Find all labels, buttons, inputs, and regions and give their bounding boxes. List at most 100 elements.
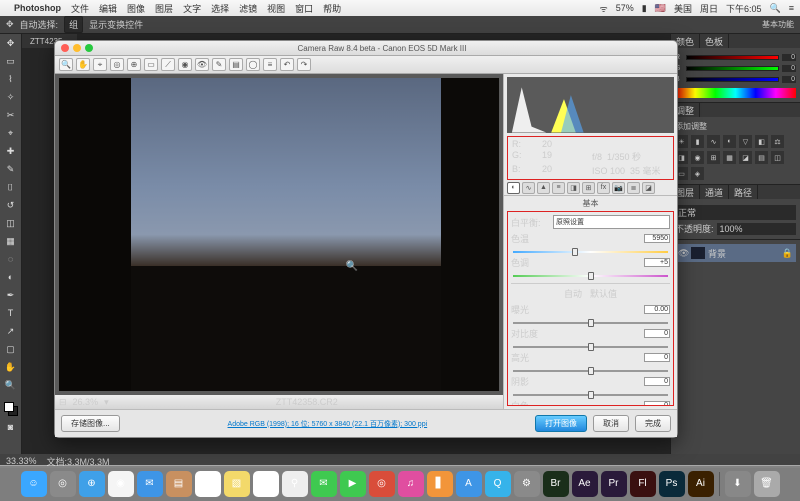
menu-view[interactable]: 视图 <box>267 2 285 15</box>
cr-tab-lens-icon[interactable]: ⊞ <box>582 182 595 194</box>
曝光-value[interactable]: 0.00 <box>644 305 670 314</box>
adj-vibrance-icon[interactable]: ▽ <box>739 135 752 148</box>
tab-swatches[interactable]: 色板 <box>700 34 729 48</box>
adj-selective-icon[interactable]: ◈ <box>691 167 704 180</box>
crop-tool[interactable]: ✂ <box>3 108 19 122</box>
高光-slider[interactable] <box>513 367 668 375</box>
save-image-button[interactable]: 存储图像... <box>61 415 120 432</box>
open-image-button[interactable]: 打开图像 <box>535 415 587 432</box>
cr-zoom-bracket[interactable]: ⊟ <box>59 397 67 408</box>
temp-slider[interactable] <box>513 248 668 256</box>
wifi-icon[interactable]: ᯤ <box>600 2 608 15</box>
cr-crop-tool[interactable]: ▭ <box>144 58 158 71</box>
adj-curves-icon[interactable]: ∿ <box>707 135 720 148</box>
dock-premiere[interactable]: Pr <box>601 471 627 497</box>
opacity-value[interactable]: 100% <box>717 223 796 235</box>
阴影-slider[interactable] <box>513 391 668 399</box>
layer-thumbnail[interactable] <box>691 247 705 259</box>
dock-sysprefs[interactable]: ⚙ <box>514 471 540 497</box>
dock-reminders[interactable]: ☑ <box>253 471 279 497</box>
move-tool[interactable]: ✥ <box>3 36 19 50</box>
dock-itunes[interactable]: ♫ <box>398 471 424 497</box>
input-locale[interactable]: 美国 <box>674 2 692 15</box>
lasso-tool[interactable]: ⌇ <box>3 72 19 86</box>
done-button[interactable]: 完成 <box>635 415 671 432</box>
cr-zoom-level[interactable]: 26.3% <box>73 397 99 407</box>
dock-facetime[interactable]: ▶ <box>340 471 366 497</box>
cr-redeye-tool[interactable]: 👁 <box>195 58 209 71</box>
cr-tab-camera-icon[interactable]: 📷 <box>612 182 625 194</box>
r-value[interactable]: 0 <box>782 54 796 61</box>
dock-safari[interactable]: ⊕ <box>79 471 105 497</box>
dock-contacts[interactable]: ▤ <box>166 471 192 497</box>
tint-slider[interactable] <box>513 272 668 280</box>
cr-prefs-tool[interactable]: ≡ <box>263 58 277 71</box>
cr-colorsample-tool[interactable]: ◎ <box>110 58 124 71</box>
color-swatch[interactable] <box>4 402 18 416</box>
b-value[interactable]: 0 <box>782 76 796 83</box>
menu-edit[interactable]: 编辑 <box>99 2 117 15</box>
notifications-icon[interactable]: ≡ <box>789 3 794 13</box>
adj-invert-icon[interactable]: ◪ <box>739 151 752 164</box>
对比度-value[interactable]: 0 <box>644 329 670 338</box>
pen-tool[interactable]: ✒ <box>3 288 19 302</box>
menu-help[interactable]: 帮助 <box>323 2 341 15</box>
menu-image[interactable]: 图像 <box>127 2 145 15</box>
spectrum-picker[interactable] <box>675 88 796 98</box>
dock-photoshop[interactable]: Ps <box>659 471 685 497</box>
layer-name[interactable]: 背景 <box>708 247 726 260</box>
adj-threshold-icon[interactable]: ◫ <box>771 151 784 164</box>
cr-preview-image[interactable]: 🔍 <box>59 78 499 391</box>
cr-tab-hsl-icon[interactable]: ≡ <box>552 182 565 194</box>
白色-value[interactable]: 0 <box>644 401 670 406</box>
dock-trash[interactable]: 🗑 <box>754 471 780 497</box>
dock-illustrator[interactable]: Ai <box>688 471 714 497</box>
cr-adjbrush-tool[interactable]: ✎ <box>212 58 226 71</box>
cr-radial-tool[interactable]: ◯ <box>246 58 260 71</box>
tint-value[interactable]: +5 <box>644 258 670 267</box>
menu-layer[interactable]: 图层 <box>155 2 173 15</box>
zoom-tool[interactable]: 🔍 <box>3 378 19 392</box>
cr-rotate-ccw-tool[interactable]: ↶ <box>280 58 294 71</box>
dock-mail[interactable]: ✉ <box>137 471 163 497</box>
app-menu[interactable]: Photoshop <box>14 3 61 13</box>
阴影-value[interactable]: 0 <box>644 377 670 386</box>
eyedropper-tool[interactable]: ⌖ <box>3 126 19 140</box>
cr-spot-tool[interactable]: ◉ <box>178 58 192 71</box>
hand-tool[interactable]: ✋ <box>3 360 19 374</box>
dock-chrome[interactable]: ◉ <box>108 471 134 497</box>
stamp-tool[interactable]: ⌷ <box>3 180 19 194</box>
dock-finder[interactable]: ☺ <box>21 471 47 497</box>
cr-gradfilter-tool[interactable]: ▤ <box>229 58 243 71</box>
曝光-slider[interactable] <box>513 319 668 327</box>
zoom-icon[interactable] <box>85 44 93 52</box>
heal-tool[interactable]: ✚ <box>3 144 19 158</box>
高光-value[interactable]: 0 <box>644 353 670 362</box>
dock-maps[interactable]: ⚲ <box>282 471 308 497</box>
r-slider[interactable] <box>686 55 779 60</box>
marquee-tool[interactable]: ▭ <box>3 54 19 68</box>
dock-notes[interactable]: ▧ <box>224 471 250 497</box>
brush-tool[interactable]: ✎ <box>3 162 19 176</box>
g-value[interactable]: 0 <box>782 65 796 72</box>
workspace-switcher[interactable]: 基本功能 <box>762 19 794 30</box>
wb-dropdown[interactable]: 原照设置 <box>553 215 670 229</box>
dock-downloads[interactable]: ⬇ <box>725 471 751 497</box>
cr-titlebar[interactable]: Camera Raw 8.4 beta - Canon EOS 5D Mark … <box>55 41 677 56</box>
minimize-icon[interactable] <box>73 44 81 52</box>
cr-target-tool[interactable]: ⊕ <box>127 58 141 71</box>
dock-messages[interactable]: ✉ <box>311 471 337 497</box>
history-brush-tool[interactable]: ↺ <box>3 198 19 212</box>
adj-photofilter-icon[interactable]: ◉ <box>691 151 704 164</box>
workflow-link[interactable]: Adobe RGB (1998); 16 位; 5760 x 3840 (22.… <box>126 419 529 429</box>
type-tool[interactable]: T <box>3 306 19 320</box>
adj-colorbalance-icon[interactable]: ⚖ <box>771 135 784 148</box>
cr-histogram[interactable] <box>507 77 674 133</box>
adj-posterize-icon[interactable]: ▤ <box>755 151 768 164</box>
cr-tab-fx-icon[interactable]: fx <box>597 182 610 194</box>
dock-photobooth[interactable]: ◎ <box>369 471 395 497</box>
tab-channels[interactable]: 通道 <box>700 185 729 199</box>
cr-straighten-tool[interactable]: ⟋ <box>161 58 175 71</box>
cr-tab-curve-icon[interactable]: ∿ <box>522 182 535 194</box>
g-slider[interactable] <box>686 66 779 71</box>
